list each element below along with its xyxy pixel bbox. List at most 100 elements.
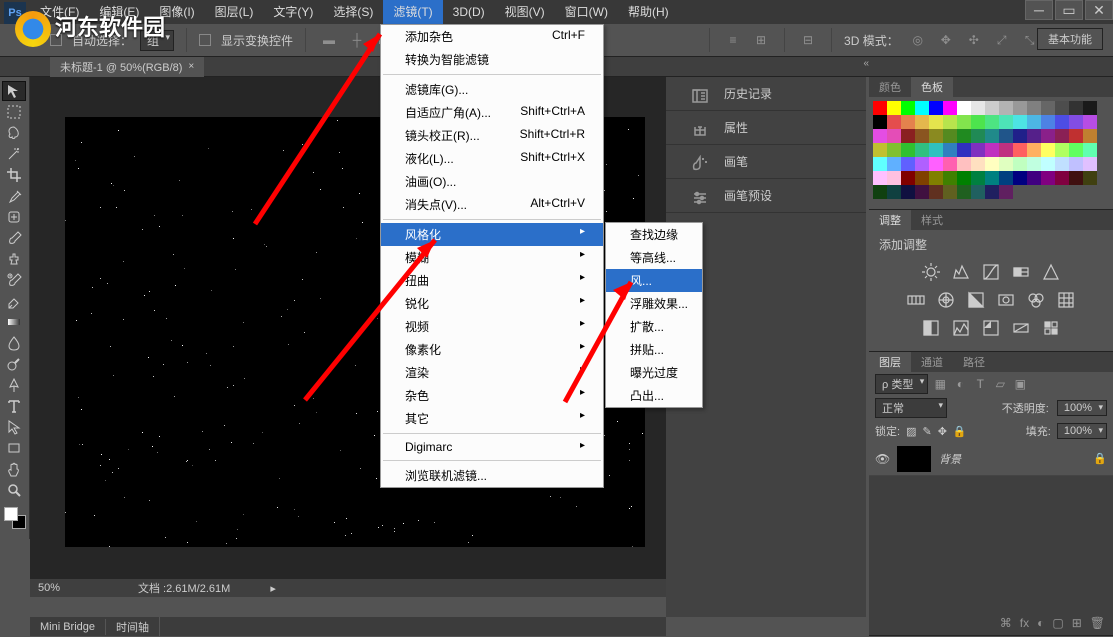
delete-layer-icon[interactable]: 🗑 [1090,616,1105,630]
fill-value[interactable]: 100% [1057,423,1107,439]
brush-tool[interactable] [2,228,26,248]
panel-strip-画笔[interactable]: 画笔 [666,145,866,179]
blend-mode-dropdown[interactable]: 正常 [875,398,947,418]
adj-invert-icon[interactable] [920,317,942,339]
filter-shape-icon[interactable]: ▱ [992,376,1008,392]
menu-item-等高线...[interactable]: 等高线... [606,246,702,269]
swatch[interactable] [957,185,971,199]
layer-mask-icon[interactable]: ◐ [1037,616,1044,630]
swatch[interactable] [943,115,957,129]
swatch[interactable] [971,101,985,115]
swatch[interactable] [1069,115,1083,129]
swatch[interactable] [985,171,999,185]
menu-item-其它[interactable]: 其它 [381,407,603,430]
gradient-tool[interactable] [2,312,26,332]
menu-item-Digimarc[interactable]: Digimarc [381,437,603,457]
swatch[interactable] [971,115,985,129]
swatch[interactable] [887,185,901,199]
swatch[interactable] [1083,143,1097,157]
menu-item-扩散...[interactable]: 扩散... [606,315,702,338]
panel-strip-属性[interactable]: 属性 [666,111,866,145]
swatch[interactable] [887,171,901,185]
swatch[interactable] [873,129,887,143]
layer-filter-dropdown[interactable]: ρ 类型 [875,374,928,394]
swatch[interactable] [901,129,915,143]
align-icon[interactable]: ▬ [318,29,340,51]
lock-all-icon[interactable]: 🔒 [953,425,967,438]
swatch[interactable] [1041,143,1055,157]
swatch[interactable] [999,171,1013,185]
3d-move-icon[interactable]: ✣ [963,29,985,51]
swatch[interactable] [957,171,971,185]
menu-item-镜头校正(R)...[interactable]: 镜头校正(R)...Shift+Ctrl+R [381,124,603,147]
wand-tool[interactable] [2,144,26,164]
healing-tool[interactable] [2,207,26,227]
crop-tool[interactable] [2,165,26,185]
dist-icon[interactable]: ⊟ [797,29,819,51]
swatch[interactable] [957,129,971,143]
swatch[interactable] [901,101,915,115]
swatch[interactable] [1069,143,1083,157]
blur-tool[interactable] [2,333,26,353]
move-tool[interactable] [2,81,26,101]
swatch[interactable] [1041,171,1055,185]
zoom-tool[interactable] [2,480,26,500]
swatch[interactable] [1013,101,1027,115]
adj-mixer-icon[interactable] [1025,289,1047,311]
menu-item-液化(L)...[interactable]: 液化(L)...Shift+Ctrl+X [381,147,603,170]
swatch[interactable] [915,115,929,129]
menu-l[interactable]: 图层(L) [205,0,264,24]
adj-brightness-icon[interactable] [920,261,942,283]
adj-photo-icon[interactable] [995,289,1017,311]
menu-v[interactable]: 视图(V) [495,0,555,24]
panel-strip-历史记录[interactable]: 历史记录 [666,77,866,111]
stamp-tool[interactable] [2,249,26,269]
layer-style-icon[interactable]: fx [1020,616,1029,630]
swatch[interactable] [1013,129,1027,143]
swatch[interactable] [999,101,1013,115]
swatch[interactable] [929,143,943,157]
swatch[interactable] [929,115,943,129]
lasso-tool[interactable] [2,123,26,143]
menu-item-添加杂色[interactable]: 添加杂色Ctrl+F [381,25,603,48]
panel-tab-颜色[interactable]: 颜色 [869,77,911,97]
eyedropper-tool[interactable] [2,186,26,206]
swatch[interactable] [971,185,985,199]
opacity-value[interactable]: 100% [1057,400,1107,416]
layer-name[interactable]: 背景 [939,451,1085,467]
swatch[interactable] [943,157,957,171]
swatch[interactable] [873,171,887,185]
swatch[interactable] [1083,129,1097,143]
swatch[interactable] [915,101,929,115]
filter-text-icon[interactable]: T [972,376,988,392]
swatch[interactable] [1069,171,1083,185]
maximize-button[interactable]: ▭ [1055,0,1083,20]
adj-vibrance-icon[interactable] [1040,261,1062,283]
adj-hue-icon[interactable] [905,289,927,311]
layer-item-background[interactable]: 👁 背景 🔒 [869,442,1113,476]
swatch[interactable] [1055,171,1069,185]
fg-bg-color[interactable] [2,505,27,535]
menu-y[interactable]: 文字(Y) [263,0,323,24]
menu-s[interactable]: 选择(S) [323,0,383,24]
swatch[interactable] [901,171,915,185]
swatch[interactable] [1027,143,1041,157]
marquee-tool[interactable] [2,102,26,122]
adj-thresh-icon[interactable] [980,317,1002,339]
swatch[interactable] [1013,115,1027,129]
swatch[interactable] [971,129,985,143]
swatch[interactable] [1055,115,1069,129]
menu-dd[interactable]: 3D(D) [443,0,495,24]
status-arrow-icon[interactable]: ▸ [270,582,276,595]
menu-item-查找边缘[interactable]: 查找边缘 [606,223,702,246]
adj-poster-icon[interactable] [950,317,972,339]
swatch[interactable] [1041,157,1055,171]
swatch[interactable] [929,157,943,171]
swatch[interactable] [1083,171,1097,185]
swatch[interactable] [929,171,943,185]
adj-levels-icon[interactable] [950,261,972,283]
swatch[interactable] [915,185,929,199]
filter-smart-icon[interactable]: ▣ [1012,376,1028,392]
swatch[interactable] [985,157,999,171]
swatch[interactable] [1069,157,1083,171]
